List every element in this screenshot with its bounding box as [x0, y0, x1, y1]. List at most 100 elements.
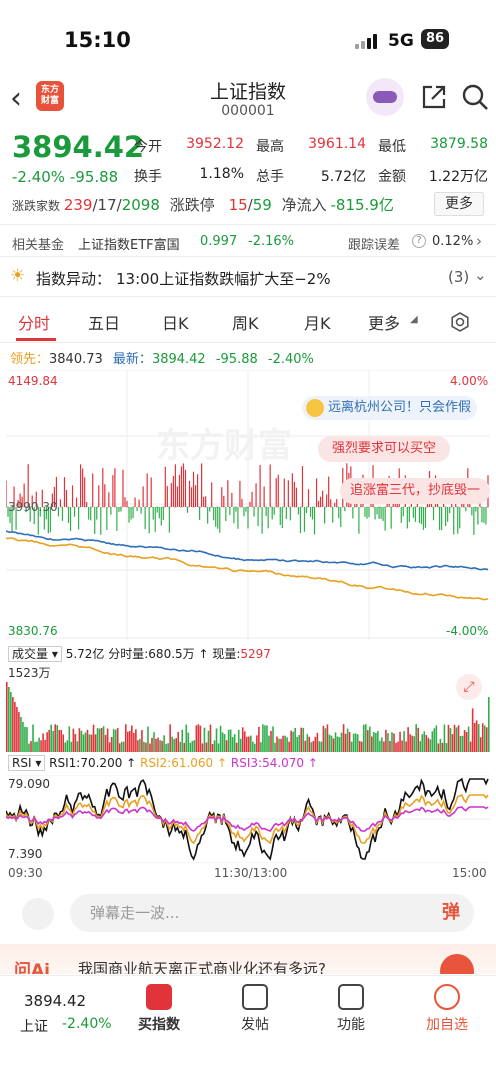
volume-bar [290, 730, 292, 752]
tab-daily[interactable]: 日K [162, 310, 189, 334]
volume-bar [229, 729, 232, 752]
volume-bar [381, 737, 383, 752]
volume-bar [102, 726, 105, 752]
volume-bar [68, 726, 71, 752]
volume-bar [266, 725, 268, 752]
volume-bar [304, 740, 307, 752]
min-volume-label: 分时量: [108, 647, 149, 661]
nav-buy-index[interactable]: 买指数 [124, 984, 194, 1034]
pct-max-label: 4.00% [450, 374, 489, 388]
volume-bar [46, 732, 48, 752]
danmu-toggle-icon[interactable] [22, 898, 54, 930]
limit-label: 涨跌停 [169, 196, 215, 214]
volume-bar [221, 732, 224, 752]
nav-function[interactable]: 功能 [316, 984, 386, 1034]
volume-bar [12, 697, 14, 752]
volume-selector[interactable]: 成交量 ▾ [8, 646, 62, 662]
volume-bar [423, 731, 426, 752]
search-icon[interactable] [461, 83, 489, 111]
volume-bar [354, 733, 357, 752]
danmu-comment[interactable]: 远离杭州公司！只会作假 [302, 396, 478, 420]
volume-bar [461, 735, 464, 752]
volume-bar [270, 730, 272, 752]
tab-minute[interactable]: 分时 [18, 310, 50, 334]
error-value: 0.12% [432, 234, 474, 249]
tab-5day[interactable]: 五日 [88, 310, 120, 334]
nav-post[interactable]: 发帖 [220, 984, 290, 1034]
tab-weekly[interactable]: 周K [232, 310, 259, 334]
fund-label: 相关基金 [12, 238, 65, 253]
volume-bar [72, 728, 75, 752]
volume-bar [409, 734, 411, 752]
volume-bar [58, 729, 61, 752]
up-count: 239 [63, 196, 93, 214]
rsi-selector[interactable]: RSI ▾ [8, 755, 46, 771]
volume-bar [326, 724, 329, 752]
index-alert-row[interactable]: ☀ 指数异动： 13:00上证指数跌幅扩大至−2% (3) ⌄ [0, 262, 496, 292]
volume-bar [431, 731, 434, 752]
volume-bar [403, 731, 405, 752]
volume-bar [18, 712, 20, 752]
volume-bar [185, 724, 188, 752]
volume-bar [34, 741, 36, 752]
danmu-input[interactable]: 弹幕走一波... [70, 894, 474, 932]
volume-bar [48, 729, 50, 752]
volume-bar [302, 727, 305, 752]
volume-bar [223, 734, 226, 752]
tab-monthly[interactable]: 月K [304, 310, 331, 334]
change-pct: -2.40% [12, 168, 66, 186]
intraday-chart[interactable]: 东方财富 4149.84 4.00% 3990.30 3830.76 -4.00… [6, 370, 490, 640]
hands-label: 总手 [256, 169, 284, 185]
volume-bar [268, 735, 270, 752]
alert-text: 13:00上证指数跌幅扩大至−2% [116, 270, 331, 288]
robot-avatar-icon[interactable] [366, 78, 404, 116]
volume-bar [235, 742, 238, 752]
volume-bar [419, 741, 422, 752]
volume-bar [465, 731, 468, 752]
danmu-comment[interactable]: 追涨富三代，抄底毁一 [340, 478, 490, 504]
rsi-plot [6, 775, 490, 863]
volume-bar [84, 732, 87, 752]
volume-bar [439, 738, 442, 752]
lead-line [6, 537, 489, 601]
down-count: 2098 [121, 196, 160, 214]
volume-bar [98, 728, 101, 752]
settings-icon[interactable] [448, 310, 472, 334]
expand-icon[interactable]: ⤢ [456, 674, 482, 700]
tab-more[interactable]: 更多 [368, 310, 400, 334]
now-volume-label: 现量: [212, 647, 241, 661]
volume-bar [112, 729, 115, 752]
volume-bar [106, 728, 109, 752]
nav-add-watch[interactable]: 加自选 [412, 984, 482, 1034]
volume-bar [485, 727, 488, 752]
volume-bar [451, 734, 454, 752]
danmu-send-button[interactable]: 弹 [434, 896, 468, 930]
ai-logo: 问Ai [14, 961, 50, 974]
share-icon[interactable] [420, 83, 448, 111]
volume-bar [217, 743, 220, 752]
volume-bar [393, 733, 395, 752]
related-fund-row[interactable]: 相关基金 上证指数ETF富国 0.997 -2.16% 跟踪误差 ? 0.12%… [0, 230, 496, 254]
volume-bar [193, 740, 196, 752]
volume-bar [356, 734, 359, 752]
more-button[interactable]: 更多 [434, 192, 484, 216]
volume-bar [284, 735, 286, 752]
volume-bar [177, 731, 180, 752]
limit-up: 15 [228, 196, 248, 214]
promo-text: 我国商业航天离正式商业化还有多远? [78, 960, 326, 974]
promo-banner[interactable]: 问Ai 我国商业航天离正式商业化还有多远? [0, 944, 496, 974]
volume-bar [358, 741, 361, 752]
volume-bar [195, 725, 198, 752]
danmu-comment[interactable]: 强烈要求可以买空 [318, 436, 451, 462]
volume-bar [70, 741, 73, 752]
volume-bar [455, 727, 458, 752]
volume-bar [90, 734, 93, 752]
volume-bar [120, 741, 123, 752]
volume-bar [201, 743, 204, 752]
bottom-bar: 3894.42 上证 -2.40% 买指数 发帖 功能 加自选 [0, 975, 496, 1080]
volume-bar [457, 725, 460, 752]
volume-bar [276, 736, 278, 752]
volume-bar [443, 724, 446, 752]
alert-count: (3) [448, 268, 470, 286]
latest-change: -95.88 [215, 352, 258, 367]
